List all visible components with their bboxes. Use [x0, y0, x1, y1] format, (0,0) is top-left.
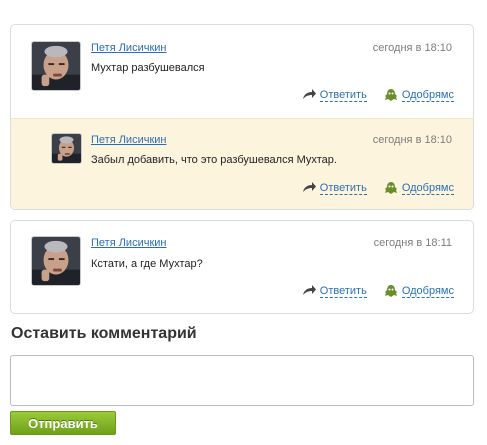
approve-label: Одобрямс [401, 181, 454, 195]
comment-date: сегодня в 18:10 [372, 134, 452, 146]
comment-thread: Петя Лисичкин сегодня в 18:11 Кстати, а … [10, 220, 474, 314]
reply-comment: Петя Лисичкин сегодня в 18:10 Забыл доба… [11, 118, 473, 209]
comment-textarea[interactable] [10, 355, 474, 406]
approve-button[interactable]: Одобрямс [383, 284, 454, 298]
comment-actions: Ответить Одобрямс [285, 284, 454, 298]
approve-button[interactable]: Одобрямс [383, 181, 454, 195]
reply-button[interactable]: Ответить [301, 284, 367, 298]
avatar[interactable] [51, 133, 82, 164]
reply-arrow-icon [301, 181, 317, 195]
approve-label: Одобрямс [401, 88, 454, 102]
comment-thread: Петя Лисичкин сегодня в 18:10 Мухтар раз… [10, 24, 474, 210]
avatar[interactable] [31, 41, 81, 91]
comment-actions: Ответить Одобрямс [285, 88, 454, 102]
approve-blob-icon [383, 284, 399, 298]
comment-actions: Ответить Одобрямс [285, 181, 454, 195]
comment: Петя Лисичкин сегодня в 18:11 Кстати, а … [11, 221, 473, 313]
reply-label: Ответить [319, 284, 367, 298]
reply-button[interactable]: Ответить [301, 88, 367, 102]
comment-text: Мухтар разбушевался [91, 62, 205, 74]
reply-arrow-icon [301, 284, 317, 298]
comment-form-title: Оставить комментарий [11, 325, 197, 342]
reply-arrow-icon [301, 88, 317, 102]
submit-button[interactable]: Отправить [10, 411, 116, 435]
avatar[interactable] [31, 236, 81, 286]
author-link[interactable]: Петя Лисичкин [91, 134, 166, 146]
comment-text: Забыл добавить, что это разбушевался Мух… [91, 154, 337, 166]
reply-label: Ответить [319, 181, 367, 195]
approve-button[interactable]: Одобрямс [383, 88, 454, 102]
reply-button[interactable]: Ответить [301, 181, 367, 195]
author-link[interactable]: Петя Лисичкин [91, 237, 166, 249]
comment: Петя Лисичкин сегодня в 18:10 Мухтар раз… [11, 25, 473, 118]
comment-text: Кстати, а где Мухтар? [91, 258, 203, 270]
reply-label: Ответить [319, 88, 367, 102]
approve-label: Одобрямс [401, 284, 454, 298]
comment-date: сегодня в 18:11 [373, 237, 452, 249]
author-link[interactable]: Петя Лисичкин [91, 42, 166, 54]
comment-date: сегодня в 18:10 [372, 42, 452, 54]
approve-blob-icon [383, 88, 399, 102]
approve-blob-icon [383, 181, 399, 195]
